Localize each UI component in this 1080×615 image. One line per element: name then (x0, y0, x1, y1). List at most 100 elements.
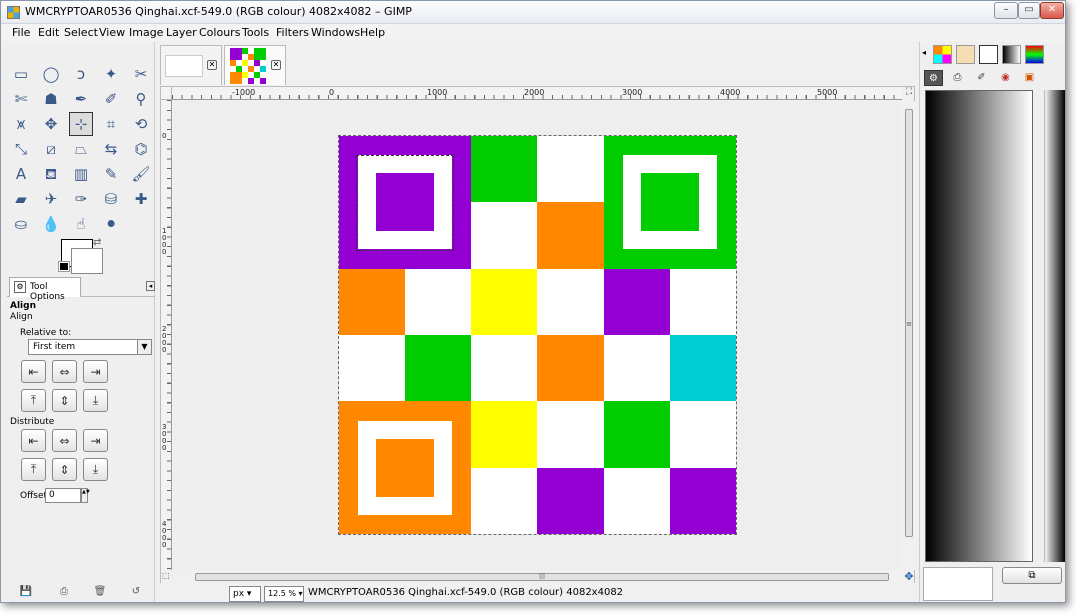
fonts-icon[interactable]: ▣ (1020, 70, 1039, 86)
menu-tools[interactable]: Tools (242, 26, 269, 39)
dynamics-icon[interactable]: ◉ (996, 70, 1015, 86)
distribute-center-button[interactable]: ⇔ (52, 429, 77, 452)
clone-tool-icon[interactable]: ⛁ (99, 187, 123, 211)
chevron-down-icon[interactable]: ▼ (137, 340, 151, 354)
move-tool-icon[interactable]: ✥ (39, 112, 63, 136)
dodge-burn-tool-icon[interactable]: ⚫ (99, 212, 123, 236)
scale-tool-icon[interactable]: ⤡ (9, 137, 33, 161)
menu-windows[interactable]: Windows (311, 26, 360, 39)
align-middle-button[interactable]: ⇕ (52, 389, 77, 412)
align-tool-icon[interactable]: ⊹ (69, 112, 93, 136)
vertical-scrollbar[interactable]: ≡ (903, 101, 915, 570)
align-center-button[interactable]: ⇔ (52, 360, 77, 383)
distribute-bottom-button[interactable]: ⤓ (83, 458, 108, 481)
by-color-select-tool-icon[interactable]: ✂ (129, 62, 153, 86)
distribute-right-button[interactable]: ⇥ (83, 429, 108, 452)
text-tool-icon[interactable]: A (9, 162, 33, 186)
bucket-fill-tool-icon[interactable]: ⛾ (39, 162, 63, 186)
close-icon[interactable]: ✕ (271, 60, 281, 70)
background-color-swatch[interactable] (71, 248, 103, 274)
maximize-button[interactable]: ▭ (1018, 2, 1040, 19)
menu-image[interactable]: Image (129, 26, 163, 39)
brush-icon[interactable]: ✐ (972, 70, 991, 86)
zoom-fit-icon[interactable]: ⛶ (903, 87, 915, 99)
free-select-tool-icon[interactable]: ↄ (69, 62, 93, 86)
gradient-preview[interactable] (925, 90, 1033, 562)
menu-file[interactable]: File (12, 26, 30, 39)
patterns-tab-icon[interactable] (956, 45, 975, 64)
paintbrush-tool-icon[interactable]: 🖌 (129, 162, 153, 186)
horizontal-scrollbar[interactable]: ||| (173, 571, 902, 583)
perspective-clone-tool-icon[interactable]: ⛀ (9, 212, 33, 236)
image-tab-1[interactable]: ✕ (160, 45, 222, 85)
scissors-select-tool-icon[interactable]: ✄ (9, 87, 33, 111)
delete-options-icon[interactable]: 🗑 (93, 586, 107, 599)
gradients-tab-icon[interactable] (1002, 45, 1021, 64)
menu-layer[interactable]: Layer (166, 26, 197, 39)
menu-help[interactable]: Help (360, 26, 385, 39)
rect-select-tool-icon[interactable]: ▭ (9, 62, 33, 86)
measure-tool-icon[interactable]: ⩙ (9, 112, 33, 136)
menu-select[interactable]: Select (64, 26, 98, 39)
airbrush-tool-icon[interactable]: ✈ (39, 187, 63, 211)
align-top-button[interactable]: ⤒ (21, 389, 46, 412)
restore-options-icon[interactable]: ⎙ (57, 586, 71, 599)
rotate-tool-icon[interactable]: ⟲ (129, 112, 153, 136)
save-options-icon[interactable]: 💾 (19, 586, 33, 599)
close-icon[interactable]: ✕ (207, 60, 217, 70)
image-tab-2[interactable]: ✕ (224, 45, 286, 85)
menu-edit[interactable]: Edit (38, 26, 59, 39)
smudge-tool-icon[interactable]: ☝ (69, 212, 93, 236)
shear-tool-icon[interactable]: ⧄ (39, 137, 63, 161)
crop-tool-icon[interactable]: ⌗ (99, 112, 123, 136)
palettes-tab-icon[interactable] (933, 45, 952, 64)
zoom-tool-icon[interactable]: ⚲ (129, 87, 153, 111)
paths-tool-icon[interactable]: ✒ (69, 87, 93, 111)
vertical-scroll-thumb[interactable]: ≡ (905, 109, 913, 537)
blend-tool-icon[interactable]: ▥ (69, 162, 93, 186)
perspective-tool-icon[interactable]: ⏢ (69, 137, 93, 161)
unit-select[interactable]: px ▾ (229, 586, 261, 602)
dock-action-button[interactable]: ⧉ (1002, 567, 1062, 584)
eraser-tool-icon[interactable]: ▰ (9, 187, 33, 211)
navigate-icon[interactable]: ✥ (903, 571, 915, 583)
default-colors-icon[interactable] (58, 261, 70, 272)
printer-icon[interactable]: ⎙ (948, 70, 967, 86)
menu-filters[interactable]: Filters (276, 26, 309, 39)
offset-input[interactable]: 0 (45, 488, 81, 503)
cage-tool-icon[interactable]: ⌬ (129, 137, 153, 161)
ellipse-select-tool-icon[interactable]: ◯ (39, 62, 63, 86)
offset-spinner[interactable]: ▲▼ (81, 488, 90, 503)
align-bottom-button[interactable]: ⤓ (83, 389, 108, 412)
horizontal-ruler[interactable]: -1000 0 1000 2000 3000 4000 5000 (172, 87, 902, 100)
color-picker-tool-icon[interactable]: ✐ (99, 87, 123, 111)
tool-options-tab[interactable]: ⚙ Tool Options (9, 277, 81, 302)
horizontal-scroll-thumb[interactable]: ||| (195, 573, 889, 581)
reset-options-icon[interactable]: ↺ (129, 586, 143, 599)
relative-to-select[interactable]: First item ▼ (28, 339, 152, 355)
swap-colors-icon[interactable]: ⇄ (93, 237, 101, 248)
ruler-corner[interactable] (161, 87, 172, 100)
dock-menu-arrow-icon[interactable]: ◂ (922, 48, 926, 57)
side-gradient-preview[interactable] (1047, 90, 1065, 562)
foreground-select-tool-icon[interactable]: ☗ (39, 87, 63, 111)
vertical-ruler[interactable]: 0 1000 2000 3000 4000 (161, 100, 172, 570)
menu-colours[interactable]: Colours (199, 26, 240, 39)
tool-presets-icon[interactable]: ⚙ (924, 70, 943, 86)
brushes-tab-icon[interactable] (979, 45, 998, 64)
distribute-left-button[interactable]: ⇤ (21, 429, 46, 452)
blur-tool-icon[interactable]: 💧 (39, 212, 63, 236)
ink-tool-icon[interactable]: ✑ (69, 187, 93, 211)
distribute-top-button[interactable]: ⤒ (21, 458, 46, 481)
dock-menu-arrow-icon[interactable]: ◂ (146, 281, 155, 291)
colors-tab-icon[interactable] (1025, 45, 1044, 64)
minimize-button[interactable]: – (994, 2, 1018, 19)
menu-view[interactable]: View (99, 26, 125, 39)
flip-tool-icon[interactable]: ⇆ (99, 137, 123, 161)
zoom-select[interactable]: 12.5 % ▾ (264, 586, 304, 602)
heal-tool-icon[interactable]: ✚ (129, 187, 153, 211)
distribute-middle-button[interactable]: ⇕ (52, 458, 77, 481)
quick-mask-icon[interactable]: ⬚ (162, 571, 172, 583)
fuzzy-select-tool-icon[interactable]: ✦ (99, 62, 123, 86)
pencil-tool-icon[interactable]: ✎ (99, 162, 123, 186)
